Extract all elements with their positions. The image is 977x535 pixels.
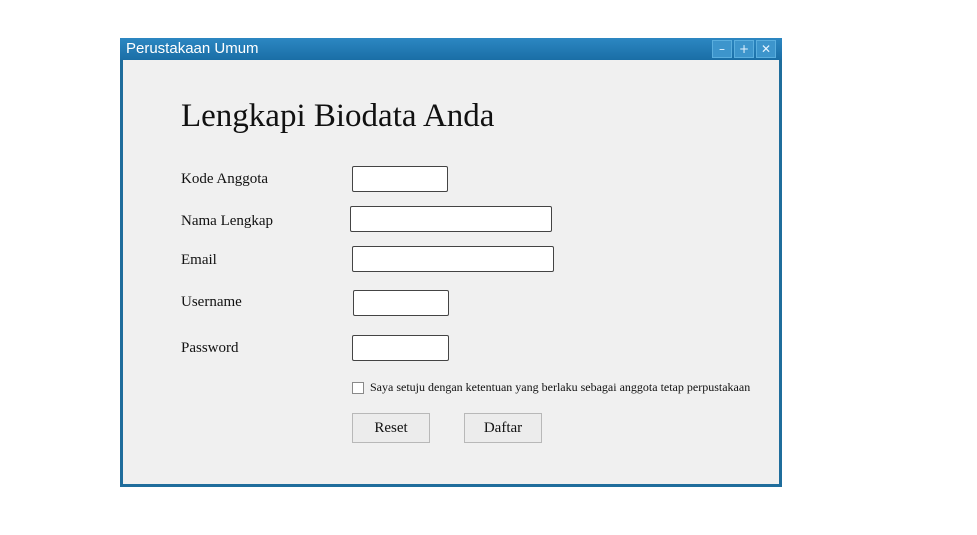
username-input[interactable] — [353, 290, 449, 316]
window-title: Perustakaan Umum — [126, 40, 259, 57]
password-input[interactable] — [352, 335, 449, 361]
close-icon[interactable]: ✕ — [756, 40, 776, 58]
agreement-checkbox[interactable] — [352, 382, 364, 394]
kode-anggota-input[interactable] — [352, 166, 448, 192]
maximize-icon[interactable]: + — [734, 40, 754, 58]
email-input[interactable] — [352, 246, 554, 272]
title-bar[interactable]: Perustakaan Umum – + ✕ — [120, 38, 782, 60]
window-controls: – + ✕ — [712, 40, 776, 58]
agreement-label: Saya setuju dengan ketentuan yang berlak… — [370, 380, 751, 394]
kode-anggota-label: Kode Anggota — [181, 171, 269, 187]
page-title: Lengkapi Biodata Anda — [181, 98, 495, 134]
username-label: Username — [181, 294, 242, 310]
reset-button[interactable]: Reset — [352, 413, 430, 443]
email-label: Email — [181, 252, 217, 268]
password-label: Password — [181, 340, 239, 356]
minimize-icon[interactable]: – — [712, 40, 732, 58]
app-window: Perustakaan Umum – + ✕ Lengkapi Biodata … — [120, 38, 782, 487]
nama-lengkap-input[interactable] — [350, 206, 552, 232]
nama-lengkap-label: Nama Lengkap — [181, 213, 274, 229]
daftar-button[interactable]: Daftar — [464, 413, 542, 443]
